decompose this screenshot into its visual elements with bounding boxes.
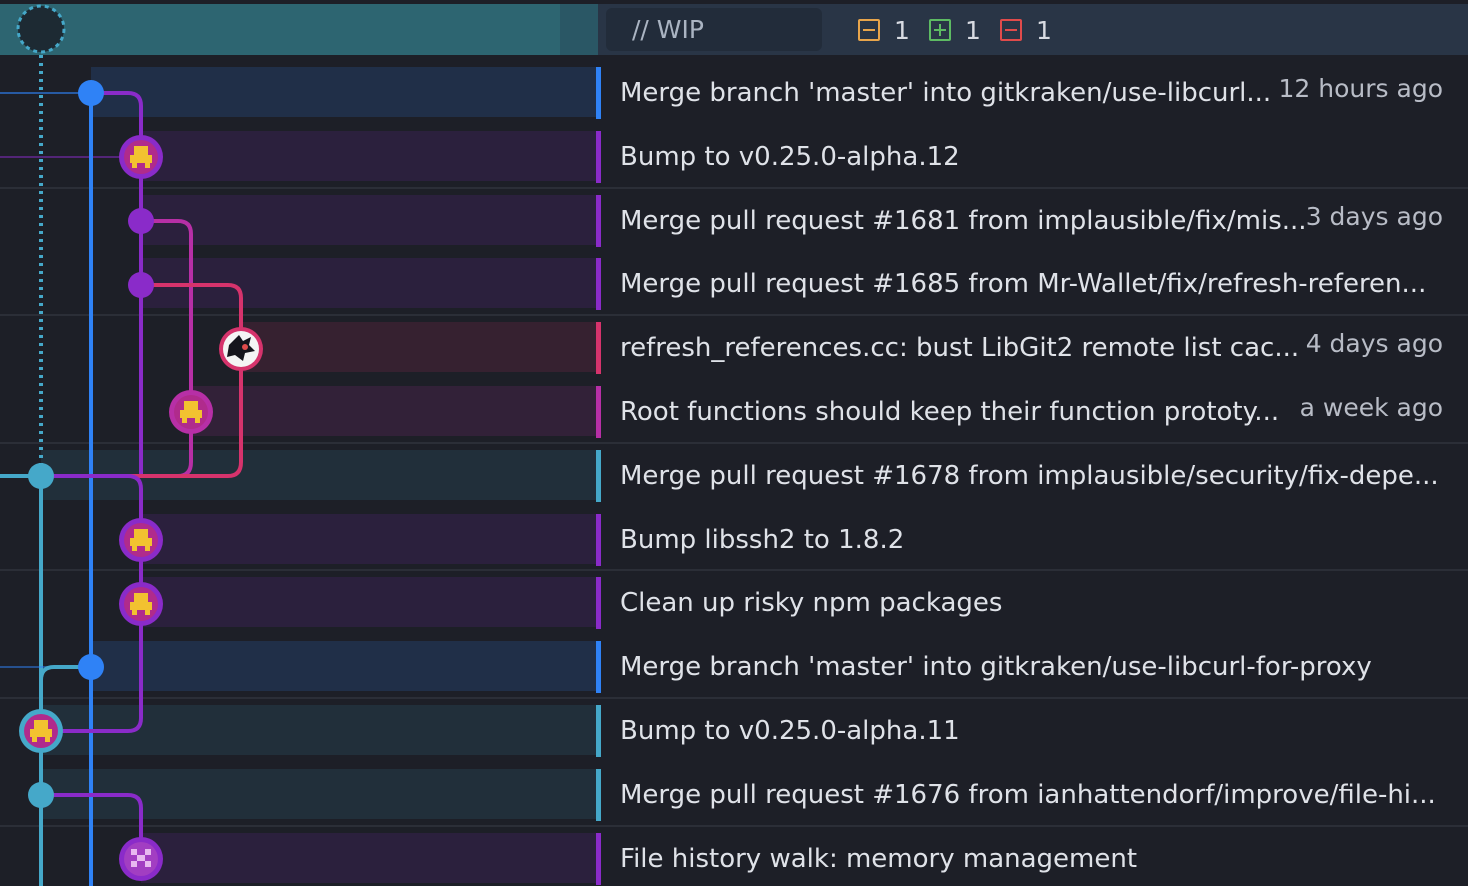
lane-color-bar — [596, 705, 601, 757]
commit-row[interactable]: Bump libssh2 to 1.8.2 — [0, 514, 1468, 566]
commit-row[interactable]: Root functions should keep their functio… — [0, 386, 1468, 438]
commit-row[interactable]: Clean up risky npm packages — [0, 577, 1468, 629]
commit-message: Merge branch 'master' into gitkraken/use… — [620, 78, 1272, 108]
merge-curve — [141, 219, 193, 412]
commit-row[interactable]: Merge pull request #1676 from ianhattend… — [0, 769, 1468, 821]
commit-message: Merge pull request #1676 from ianhattend… — [620, 780, 1436, 810]
modified-files-stat: 1 — [858, 15, 910, 45]
lane-color-bar — [596, 322, 601, 374]
commit-row[interactable]: Merge branch 'master' into gitkraken/use… — [0, 641, 1468, 693]
lane-color-bar — [596, 450, 601, 502]
commit-row[interactable]: Merge pull request #1681 from implausibl… — [0, 195, 1468, 247]
commit-row[interactable]: refresh_references.cc: bust LibGit2 remo… — [0, 322, 1468, 374]
commit-message: Bump to v0.25.0-alpha.12 — [620, 142, 960, 172]
commit-message: Merge pull request #1678 from implausibl… — [620, 461, 1439, 491]
wip-summary-input[interactable]: // WIP — [606, 8, 822, 51]
commit-time: a week ago — [1299, 393, 1443, 422]
commit-message: Merge pull request #1681 from implausibl… — [620, 206, 1307, 236]
wip-node[interactable] — [16, 4, 66, 54]
added-files-stat: 1 — [929, 15, 981, 45]
removed-count: 1 — [1036, 15, 1052, 45]
commit-message: Root functions should keep their functio… — [620, 397, 1280, 427]
commit-message: File history walk: memory management — [620, 844, 1138, 874]
removed-files-stat: 1 — [1000, 15, 1052, 45]
removed-file-icon — [1000, 19, 1022, 41]
commit-row[interactable]: Bump to v0.25.0-alpha.11 — [0, 705, 1468, 757]
commit-time: 4 days ago — [1305, 329, 1443, 358]
wip-label: // WIP — [632, 15, 704, 44]
commit-time: 12 hours ago — [1278, 74, 1443, 103]
commit-row[interactable]: Merge pull request #1685 from Mr-Wallet/… — [0, 258, 1468, 310]
modified-count: 1 — [894, 15, 910, 45]
lane-color-bar — [596, 386, 601, 438]
lane-color-bar — [596, 641, 601, 693]
commit-row[interactable]: Bump to v0.25.0-alpha.12 — [0, 131, 1468, 183]
commit-message: Clean up risky npm packages — [620, 588, 1003, 618]
lane-color-bar — [596, 833, 601, 885]
commit-row[interactable]: Merge pull request #1678 from implausibl… — [0, 450, 1468, 502]
commit-message: Merge pull request #1685 from Mr-Wallet/… — [620, 269, 1427, 299]
lane-color-bar — [596, 514, 601, 566]
lane-color-bar — [596, 769, 601, 821]
added-count: 1 — [965, 15, 981, 45]
lane-color-bar — [596, 67, 601, 119]
commit-time: 3 days ago — [1305, 202, 1443, 231]
commit-row[interactable]: Merge branch 'master' into gitkraken/use… — [0, 67, 1468, 119]
commit-message: Bump to v0.25.0-alpha.11 — [620, 716, 960, 746]
lane-color-bar — [596, 195, 601, 247]
lane-color-bar — [596, 577, 601, 629]
lane-color-bar — [596, 258, 601, 310]
added-file-icon — [929, 19, 951, 41]
commit-message: Merge branch 'master' into gitkraken/use… — [620, 652, 1372, 682]
commit-message: Bump libssh2 to 1.8.2 — [620, 525, 905, 555]
commit-graph-view: // WIP 1 1 1 Merge branch 'master' into … — [0, 0, 1468, 886]
commit-message: refresh_references.cc: bust LibGit2 remo… — [620, 333, 1300, 363]
commit-row[interactable]: File history walk: memory management — [0, 833, 1468, 885]
modified-file-icon — [858, 19, 880, 41]
lane-color-bar — [596, 131, 601, 183]
